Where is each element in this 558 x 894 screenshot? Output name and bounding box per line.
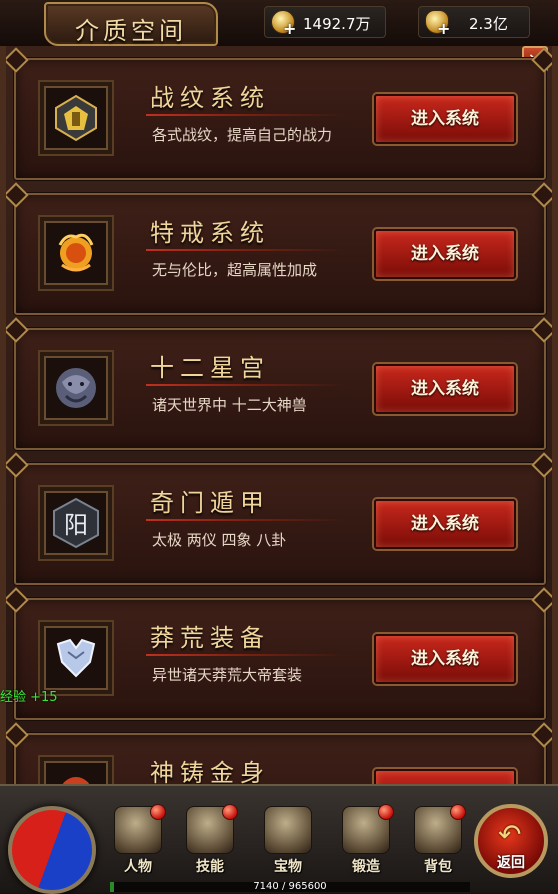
card-title: 神铸金身 <box>150 759 270 784</box>
ingot-plus-icon[interactable]: + <box>437 19 450 38</box>
card-golden-body: 神铸金身 <box>14 733 546 784</box>
card-title: 十二星宫 <box>150 354 270 382</box>
card-desc: 异世诸天莽荒大帝套装 <box>152 666 303 684</box>
card-pattern-system: 战纹系统 各式战纹，提高自己的战力 进入系统 <box>14 58 546 180</box>
fire-beast-icon <box>44 221 108 285</box>
nav-label: 背包 <box>424 859 452 875</box>
nav-forge[interactable]: 锻造 <box>334 804 398 876</box>
card-qimen-system: 阳 奇门遁甲 太极 两仪 四象 八卦 进入系统 <box>14 463 546 585</box>
return-label: 返回 <box>497 855 525 871</box>
divider <box>146 384 346 386</box>
nav-character[interactable]: 人物 <box>106 804 170 876</box>
divider <box>146 249 346 251</box>
page-title: 介质空间 <box>75 17 187 45</box>
title-plaque: 介质空间 <box>44 2 218 46</box>
pattern-emblem-icon <box>44 86 108 150</box>
card-desc: 无与伦比，超高属性加成 <box>152 261 318 279</box>
card-title: 莽荒装备 <box>150 624 270 652</box>
notification-dot-icon <box>222 804 238 820</box>
dragon-head-icon <box>44 356 108 420</box>
nav-label: 锻造 <box>352 859 380 875</box>
notification-dot-icon <box>450 804 466 820</box>
return-button[interactable]: ↶ 返回 <box>474 804 548 878</box>
enter-system-button[interactable] <box>374 769 516 784</box>
nav-label: 技能 <box>196 859 224 875</box>
enter-system-button[interactable]: 进入系统 <box>374 634 516 684</box>
notification-dot-icon <box>150 804 166 820</box>
enter-system-button[interactable]: 进入系统 <box>374 229 516 279</box>
ingot-counter[interactable]: + 2.3亿 <box>418 6 530 38</box>
svg-text:阳: 阳 <box>64 511 88 539</box>
yang-rune-icon: 阳 <box>44 491 108 555</box>
enter-system-button[interactable]: 进入系统 <box>374 94 516 144</box>
exp-text: 7140 / 965600 <box>253 881 327 892</box>
nav-label: 人物 <box>124 859 152 875</box>
card-desc: 诸天世界中 十二大神兽 <box>152 396 307 414</box>
system-list-panel: × 战纹系统 各式战纹，提高自己的战力 进入系统 特戒系统 无与伦比，超高属性加… <box>0 46 558 784</box>
divider <box>146 519 346 521</box>
nav-treasure[interactable]: 宝物 <box>256 804 320 876</box>
ingot-value: 2.3亿 <box>469 15 508 33</box>
card-ring-system: 特戒系统 无与伦比，超高属性加成 进入系统 <box>14 193 546 315</box>
notification-dot-icon <box>378 804 394 820</box>
coin-counter[interactable]: + 1492.7万 <box>264 6 386 38</box>
card-title: 特戒系统 <box>150 219 270 247</box>
enter-system-button[interactable]: 进入系统 <box>374 364 516 414</box>
card-zodiac-system: 十二星宫 诸天世界中 十二大神兽 进入系统 <box>14 328 546 450</box>
coin-value: 1492.7万 <box>303 15 371 33</box>
card-desc: 各式战纹，提高自己的战力 <box>152 126 333 144</box>
golden-body-icon <box>44 761 108 784</box>
nav-skill[interactable]: 技能 <box>178 804 242 876</box>
nav-label: 宝物 <box>274 859 302 875</box>
return-arrow-icon: ↶ <box>498 818 522 851</box>
hp-mp-orb <box>8 806 96 894</box>
top-bar: 介质空间 + 1492.7万 + 2.3亿 <box>0 0 558 48</box>
enter-system-button[interactable]: 进入系统 <box>374 499 516 549</box>
armor-icon <box>44 626 108 690</box>
divider <box>146 114 346 116</box>
nav-bag[interactable]: 背包 <box>406 804 470 876</box>
card-wild-equipment: 莽荒装备 异世诸天莽荒大帝套装 进入系统 <box>14 598 546 720</box>
treasure-icon <box>264 806 312 854</box>
coin-plus-icon[interactable]: + <box>283 19 296 38</box>
bottom-nav-bar: 人物 技能 宝物 锻造 背包 ↶ 返回 7140 / 965600 <box>0 784 558 894</box>
card-title: 战纹系统 <box>150 84 270 112</box>
card-desc: 太极 两仪 四象 八卦 <box>152 531 287 549</box>
divider <box>146 654 346 656</box>
card-title: 奇门遁甲 <box>150 489 270 517</box>
exp-gain-popup: 经验 +15 <box>0 690 58 705</box>
